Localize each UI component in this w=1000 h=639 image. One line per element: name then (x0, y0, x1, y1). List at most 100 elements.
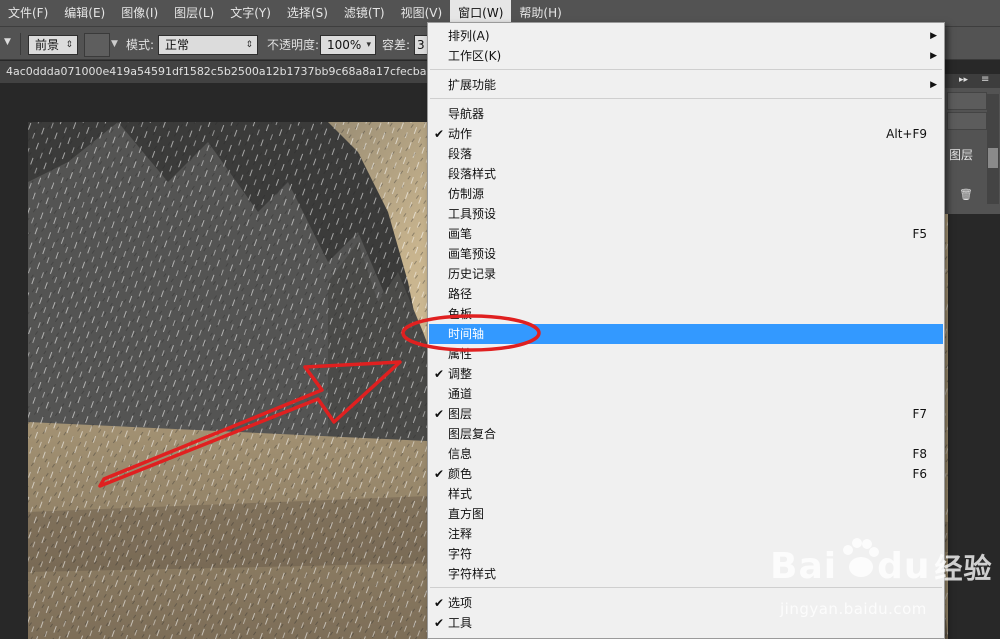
window-menu-item[interactable]: 字符 (429, 544, 943, 564)
tolerance-input[interactable]: 3 (414, 35, 428, 55)
window-menu-item-label: 画笔 (448, 227, 473, 241)
window-menu-dropdown: 排列(A) ▶ 工作区(K) ▶ 扩展功能 ▶ 导航器 ✔ 动作 Alt+F9 段落 段落样式 仿制源工… (427, 22, 945, 639)
window-menu-item[interactable]: 时间轴 (429, 324, 943, 344)
window-menu-item[interactable]: 属性 (429, 344, 943, 364)
panel-header: ▸▸ ≡ (943, 74, 1000, 88)
chevron-down-icon[interactable]: ▼ (111, 39, 118, 49)
panel-row (947, 112, 987, 130)
mode-label: 模式: (126, 38, 155, 52)
window-menu-item[interactable]: 段落 (429, 144, 943, 164)
window-menu-item[interactable]: ✔ 动作 Alt+F9 (429, 124, 943, 144)
window-menu-item-label: 调整 (448, 367, 473, 381)
window-menu-item[interactable]: 色板 (429, 304, 943, 324)
window-menu-item[interactable]: 段落样式 (429, 164, 943, 184)
window-menu-item[interactable]: 画笔 F5 (429, 224, 943, 244)
window-menu-item-label: 注释 (448, 527, 473, 541)
window-menu-item-label: 段落样式 (448, 167, 497, 181)
panel-row (947, 92, 987, 110)
window-menu-item-label: 图层复合 (448, 427, 497, 441)
window-menu-item[interactable]: ✔ 选项 (429, 593, 943, 613)
window-menu-item[interactable]: 直方图 (429, 504, 943, 524)
shortcut-label: F6 (912, 467, 927, 481)
mode-select[interactable]: 正常 ⇕ (158, 35, 258, 55)
window-menu-item[interactable]: ✔ 调整 (429, 364, 943, 384)
window-menu-item[interactable]: 信息 F8 (429, 444, 943, 464)
window-menu-item-label: 扩展功能 (448, 78, 497, 92)
tolerance-label: 容差: (382, 38, 411, 52)
window-menu-item-label: 画笔预设 (448, 247, 497, 261)
window-menu-item[interactable]: ✔ 颜色 F6 (429, 464, 943, 484)
menu-2[interactable]: 图像(I) (113, 0, 166, 26)
window-menu-item-label: 工具 (448, 616, 473, 630)
menu-5[interactable]: 选择(S) (279, 0, 336, 26)
window-menu-item[interactable]: ✔ 工具 (429, 613, 943, 633)
window-menu-item[interactable]: 仿制源 (429, 184, 943, 204)
checkmark-icon: ✔ (433, 407, 445, 421)
window-menu-item[interactable]: 扩展功能 ▶ (429, 75, 943, 95)
menu-0[interactable]: 文件(F) (0, 0, 56, 26)
window-menu-item-label: 工具预设 (448, 207, 497, 221)
window-menu-item[interactable]: 工具预设 (429, 204, 943, 224)
window-menu-item-label: 色板 (448, 307, 473, 321)
window-menu-item-label: 工作区(K) (448, 49, 502, 63)
document-tab[interactable]: 4ac0ddda071000e419a54591df1582c5b2500a12… (0, 61, 427, 83)
menu-divider (430, 69, 942, 70)
shortcut-label: F5 (912, 227, 927, 241)
layers-label[interactable]: 图层 (949, 146, 973, 163)
tool-preset-dropdown-icon[interactable]: ▼ (4, 37, 14, 51)
menu-3[interactable]: 图层(L) (166, 0, 222, 26)
scrollbar-thumb[interactable] (988, 148, 998, 168)
checkmark-icon: ✔ (433, 596, 445, 610)
checkmark-icon: ✔ (433, 127, 445, 141)
fill-source-select[interactable]: 前景 ⇕ (28, 35, 78, 55)
submenu-arrow-icon: ▶ (930, 51, 937, 61)
window-menu-item[interactable]: 图层复合 (429, 424, 943, 444)
window-menu-item-label: 样式 (448, 487, 473, 501)
window-menu-item[interactable]: 画笔预设 (429, 244, 943, 264)
panel-menu-icon[interactable]: ≡ (981, 74, 989, 85)
panel-scrollbar[interactable] (987, 94, 999, 204)
window-menu-item[interactable]: ✔ 图层 F7 (429, 404, 943, 424)
window-menu-item-label: 信息 (448, 447, 473, 461)
checkmark-icon: ✔ (433, 616, 445, 630)
collapse-panel-icon[interactable]: ▸▸ (959, 75, 968, 85)
tolerance-value: 3 (417, 38, 425, 52)
window-menu-item-label: 颜色 (448, 467, 473, 481)
window-menu-item-label: 通道 (448, 387, 473, 401)
fill-source-value: 前景 (35, 38, 60, 52)
window-menu-item-label: 属性 (448, 347, 473, 361)
window-menu-item[interactable]: 字符样式 (429, 564, 943, 584)
right-panel: ▸▸ ≡ 图层 🗑 (942, 74, 1000, 214)
mode-value: 正常 (165, 38, 190, 52)
menu-divider (430, 587, 942, 588)
submenu-arrow-icon: ▶ (930, 80, 937, 90)
window-menu-item-label: 历史记录 (448, 267, 497, 281)
chevron-updown-icon: ⇕ (245, 40, 253, 50)
menu-divider (430, 98, 942, 99)
menu-1[interactable]: 编辑(E) (56, 0, 113, 26)
window-menu-item[interactable]: 历史记录 (429, 264, 943, 284)
window-menu-item-label: 直方图 (448, 507, 485, 521)
window-menu-item[interactable]: 导航器 (429, 104, 943, 124)
window-menu-item-label: 字符样式 (448, 567, 497, 581)
window-menu-item-label: 段落 (448, 147, 473, 161)
opacity-value: 100% (327, 38, 362, 52)
window-menu-item[interactable]: 通道 (429, 384, 943, 404)
window-menu-item[interactable]: 注释 (429, 524, 943, 544)
window-menu-item[interactable]: 排列(A) ▶ (429, 26, 943, 46)
document-tab-title: 4ac0ddda071000e419a54591df1582c5b2500a12… (6, 65, 427, 78)
chevron-down-icon: ▾ (366, 40, 371, 50)
window-menu-item-label: 时间轴 (448, 327, 485, 341)
menu-6[interactable]: 滤镜(T) (336, 0, 393, 26)
shortcut-label: F8 (912, 447, 927, 461)
window-menu-item[interactable]: 样式 (429, 484, 943, 504)
shortcut-label: F7 (912, 407, 927, 421)
menu-4[interactable]: 文字(Y) (222, 0, 279, 26)
window-menu-item[interactable]: 路径 (429, 284, 943, 304)
pattern-swatch[interactable] (84, 33, 110, 57)
window-menu-item[interactable]: 工作区(K) ▶ (429, 46, 943, 66)
window-menu-item-label: 导航器 (448, 107, 485, 121)
trash-icon[interactable]: 🗑 (959, 188, 973, 201)
opacity-input[interactable]: 100% ▾ (320, 35, 376, 55)
window-menu-item-label: 字符 (448, 547, 473, 561)
